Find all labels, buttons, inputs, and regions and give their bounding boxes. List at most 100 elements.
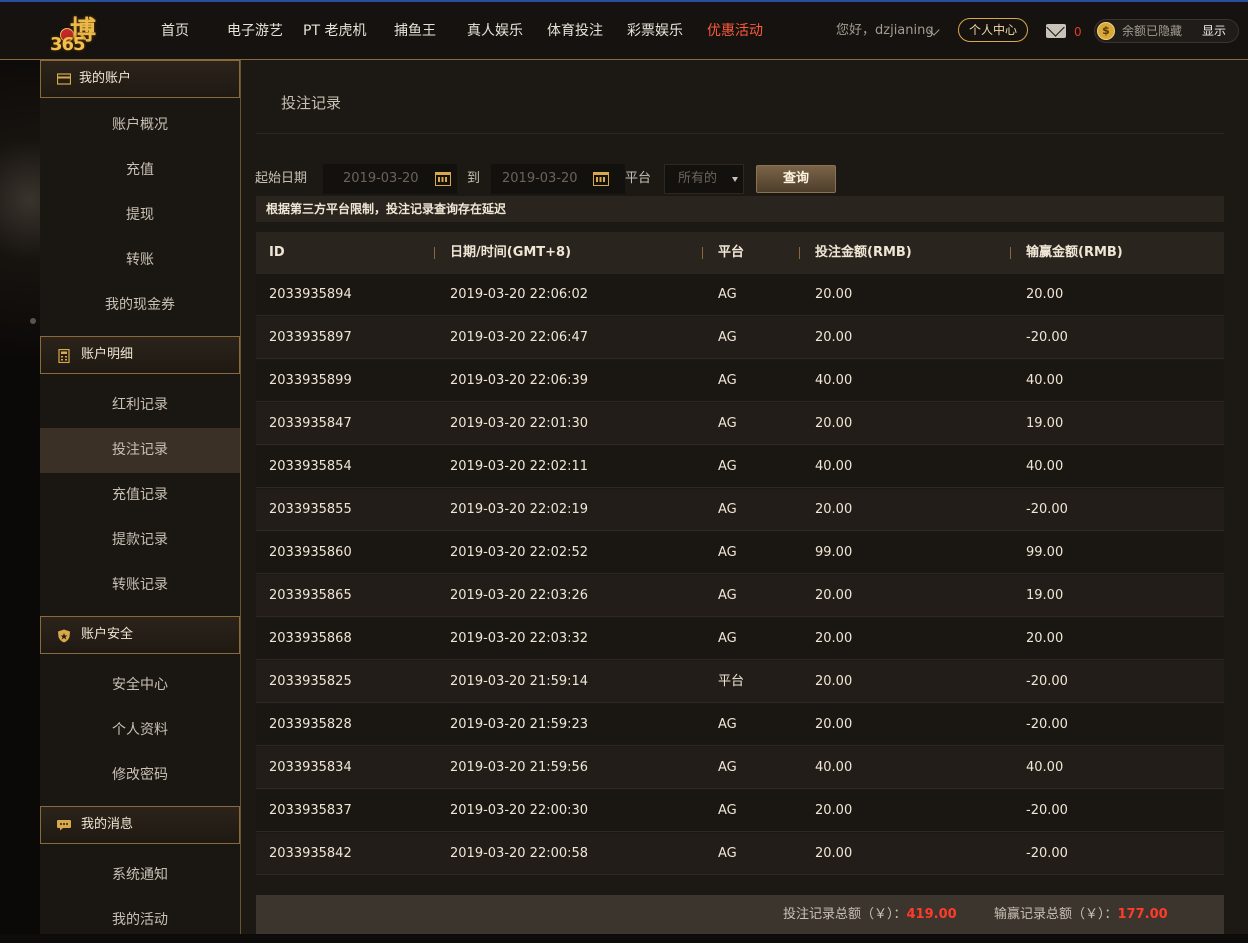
sidebar-item-transfer-records[interactable]: 转账记录 [40,563,240,608]
sidebar-item-cash-vouchers[interactable]: 我的现金券 [40,283,240,328]
nav-fishing[interactable]: 捕鱼王 [394,2,436,60]
bet-total: 投注记录总额（￥）：419.00 [783,895,957,934]
cell-win-loss: -20.00 [1026,502,1068,517]
table-header: ID 日期/时间(GMT+8) 平台 投注金额(RMB) 输赢金额(RMB) [256,232,1224,274]
calendar-icon[interactable] [435,172,451,186]
sidebar-item-transfer[interactable]: 转账 [40,238,240,283]
show-balance-button[interactable]: 显示 [1202,20,1226,42]
cell-win-loss: 19.00 [1026,588,1064,603]
table-row: 2033935855 2019-03-20 22:02:19 AG 20.00 -20.… [256,489,1224,531]
nav-electronic-games[interactable]: 电子游艺 [227,2,283,60]
sidebar-item-change-password[interactable]: 修改密码 [40,753,240,798]
personal-center-button[interactable]: 个人中心 [958,18,1028,42]
sidebar-section-my-messages[interactable]: 我的消息 [40,806,240,844]
cell-datetime: 2019-03-20 22:03:26 [450,588,589,603]
table-row: 2033935828 2019-03-20 21:59:23 AG 20.00 -20.… [256,704,1224,746]
end-date-value: 2019-03-20 [502,171,578,186]
cell-datetime: 2019-03-20 22:02:11 [450,459,589,474]
nav-promotions[interactable]: 优惠活动 [707,2,763,60]
sidebar-section-my-account[interactable]: 我的账户 [40,60,240,98]
cell-platform: AG [718,588,737,603]
sidebar-item-deposit-records[interactable]: 充值记录 [40,473,240,518]
sidebar: 我的账户 账户概况 充值 提现 转账 我的现金券 账户明细 红利记录 投注记录 … [40,60,241,934]
nav-home[interactable]: 首页 [161,2,189,60]
table-row: 2033935860 2019-03-20 22:02:52 AG 99.00 99.0… [256,532,1224,574]
sidebar-item-profile[interactable]: 个人资料 [40,708,240,753]
mail-icon[interactable] [1046,24,1066,38]
cell-bet-amount: 20.00 [815,717,853,732]
background-dark [0,683,40,934]
cell-platform: AG [718,545,737,560]
platform-label: 平台 [625,171,652,186]
column-header-id: ID [269,245,285,260]
table-row: 2033935865 2019-03-20 22:03:26 AG 20.00 19.0… [256,575,1224,617]
platform-select[interactable]: 所有的 [664,164,744,194]
sidebar-item-withdrawal-records[interactable]: 提款记录 [40,518,240,563]
cell-platform: AG [718,502,737,517]
cell-id: 2033935855 [269,502,352,517]
sidebar-section-label: 账户明细 [81,347,134,362]
cell-datetime: 2019-03-20 22:00:30 [450,803,589,818]
query-button[interactable]: 查询 [756,165,836,193]
win-total-label: 输赢记录总额（￥）： [994,907,1118,922]
start-date-label: 起始日期 [255,171,308,186]
site-logo[interactable]: 博 365 [44,10,132,60]
table-row: 2033935837 2019-03-20 22:00:30 AG 20.00 -20.… [256,790,1224,832]
cell-id: 2033935897 [269,330,352,345]
cell-bet-amount: 20.00 [815,502,853,517]
win-total: 输赢记录总额（￥）：177.00 [994,895,1168,934]
cell-win-loss: -20.00 [1026,330,1068,345]
cell-datetime: 2019-03-20 22:02:19 [450,502,589,517]
table-row: 2033935868 2019-03-20 22:03:32 AG 20.00 20.0… [256,618,1224,660]
nav-live-casino[interactable]: 真人娱乐 [467,2,523,60]
cell-id: 2033935899 [269,373,352,388]
cell-win-loss: -20.00 [1026,674,1068,689]
sidebar-section-account-details[interactable]: 账户明细 [40,336,240,374]
cell-id: 2033935842 [269,846,352,861]
sidebar-item-security-center[interactable]: 安全中心 [40,663,240,708]
nav-pt-slots[interactable]: PT 老虎机 [303,2,366,60]
cell-id: 2033935828 [269,717,352,732]
delay-notice: 根据第三方平台限制，投注记录查询存在延迟 [256,196,1224,222]
cell-bet-amount: 20.00 [815,416,853,431]
chat-bubble-icon [57,820,71,831]
start-date-input[interactable]: 2019-03-20 [323,164,457,194]
table-row: 2033935842 2019-03-20 22:00:58 AG 20.00 -20.… [256,833,1224,875]
sidebar-item-bonus-records[interactable]: 红利记录 [40,383,240,428]
end-date-input[interactable]: 2019-03-20 [491,164,625,194]
sidebar-section-account-security[interactable]: 账户安全 [40,616,240,654]
sidebar-item-system-notifications[interactable]: 系统通知 [40,853,240,898]
cell-win-loss: 99.00 [1026,545,1064,560]
sidebar-item-account-overview[interactable]: 账户概况 [40,103,240,148]
cell-win-loss: 40.00 [1026,760,1064,775]
cell-platform: AG [718,631,737,646]
nav-lottery[interactable]: 彩票娱乐 [627,2,683,60]
sidebar-section-label: 我的账户 [79,71,132,86]
cell-datetime: 2019-03-20 21:59:56 [450,760,589,775]
shield-icon [58,629,70,643]
cell-bet-amount: 20.00 [815,287,853,302]
user-greeting[interactable]: 您好，dzjianing [836,2,934,60]
cell-datetime: 2019-03-20 22:06:02 [450,287,589,302]
cell-id: 2033935860 [269,545,352,560]
sidebar-item-my-activities[interactable]: 我的活动 [40,898,240,943]
mail-count-badge: 0 [1074,25,1082,39]
cell-datetime: 2019-03-20 22:02:52 [450,545,589,560]
sidebar-item-deposit[interactable]: 充值 [40,148,240,193]
cell-platform: AG [718,459,737,474]
cell-id: 2033935847 [269,416,352,431]
cell-datetime: 2019-03-20 22:01:30 [450,416,589,431]
cell-id: 2033935865 [269,588,352,603]
nav-sports-betting[interactable]: 体育投注 [547,2,603,60]
sidebar-item-bet-records[interactable]: 投注记录 [40,428,240,473]
cell-platform: AG [718,803,737,818]
balance-hidden-text: 余额已隐藏 [1122,24,1183,38]
sidebar-item-withdraw[interactable]: 提现 [40,193,240,238]
cell-win-loss: 40.00 [1026,373,1064,388]
calendar-icon[interactable] [593,172,609,186]
cell-datetime: 2019-03-20 21:59:14 [450,674,589,689]
table-row: 2033935897 2019-03-20 22:06:47 AG 20.00 -20.… [256,317,1224,359]
table-row: 2033935825 2019-03-20 21:59:14 平台 20.00 -20.… [256,661,1224,703]
cell-bet-amount: 20.00 [815,588,853,603]
cell-bet-amount: 20.00 [815,846,853,861]
